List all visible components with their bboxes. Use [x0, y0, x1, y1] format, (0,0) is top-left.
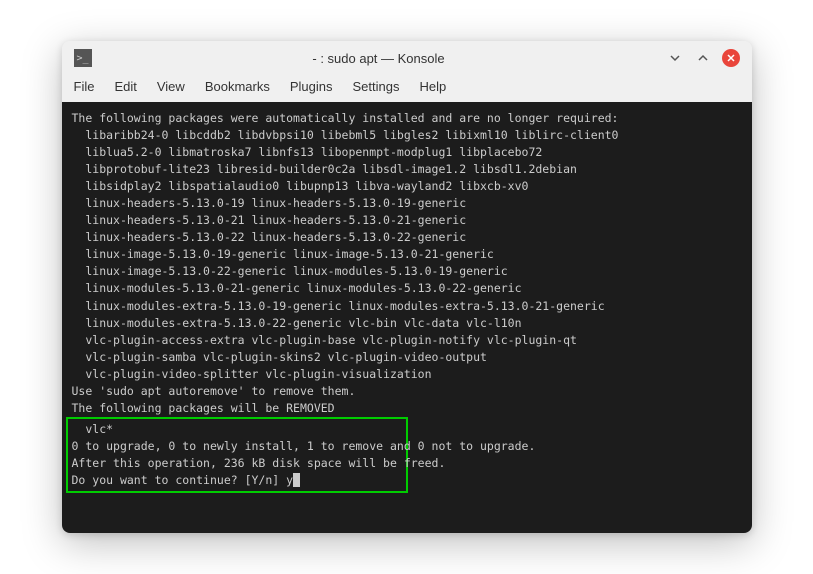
- terminal-line: linux-headers-5.13.0-22 linux-headers-5.…: [72, 230, 467, 244]
- terminal-line: linux-modules-5.13.0-21-generic linux-mo…: [72, 281, 522, 295]
- terminal-line: linux-headers-5.13.0-21 linux-headers-5.…: [72, 213, 467, 227]
- terminal-line: vlc-plugin-video-splitter vlc-plugin-vis…: [72, 367, 432, 381]
- titlebar: >_ - : sudo apt — Konsole: [62, 41, 752, 75]
- terminal-line: libaribb24-0 libcddb2 libdvbpsi10 libebm…: [72, 128, 619, 142]
- terminal-line: liblua5.2-0 libmatroska7 libnfs13 libope…: [72, 145, 543, 159]
- terminal-line: linux-image-5.13.0-22-generic linux-modu…: [72, 264, 508, 278]
- close-icon: [726, 53, 736, 63]
- terminal-line: 0 to upgrade, 0 to newly install, 1 to r…: [72, 439, 536, 453]
- terminal-line: vlc-plugin-samba vlc-plugin-skins2 vlc-p…: [72, 350, 487, 364]
- terminal-line: Do you want to continue? [Y/n] y: [72, 473, 294, 487]
- terminal-cursor: [293, 473, 300, 487]
- highlight-box: vlc* 0 to upgrade, 0 to newly install, 1…: [66, 417, 408, 493]
- konsole-window: >_ - : sudo apt — Konsole File Edit View…: [62, 41, 752, 532]
- window-title: - : sudo apt — Konsole: [100, 51, 658, 66]
- chevron-up-icon: [696, 51, 710, 65]
- maximize-button[interactable]: [694, 49, 712, 67]
- terminal-line: linux-modules-extra-5.13.0-22-generic vl…: [72, 316, 522, 330]
- window-controls: [666, 49, 740, 67]
- minimize-button[interactable]: [666, 49, 684, 67]
- terminal-line: vlc-plugin-access-extra vlc-plugin-base …: [72, 333, 577, 347]
- terminal-line: linux-modules-extra-5.13.0-19-generic li…: [72, 299, 605, 313]
- terminal-line: libprotobuf-lite23 libresid-builder0c2a …: [72, 162, 577, 176]
- terminal-line: Use 'sudo apt autoremove' to remove them…: [72, 384, 356, 398]
- terminal-line: libsidplay2 libspatialaudio0 libupnp13 l…: [72, 179, 529, 193]
- chevron-down-icon: [668, 51, 682, 65]
- terminal-line: After this operation, 236 kB disk space …: [72, 456, 446, 470]
- terminal-line: The following packages were automaticall…: [72, 111, 619, 125]
- menu-file[interactable]: File: [74, 79, 95, 94]
- highlighted-section: vlc* 0 to upgrade, 0 to newly install, 1…: [72, 417, 742, 493]
- terminal-line: The following packages will be REMOVED: [72, 401, 335, 415]
- terminal-line: vlc*: [72, 422, 114, 436]
- menu-plugins[interactable]: Plugins: [290, 79, 333, 94]
- menu-settings[interactable]: Settings: [352, 79, 399, 94]
- menu-edit[interactable]: Edit: [114, 79, 136, 94]
- close-button[interactable]: [722, 49, 740, 67]
- terminal-line: linux-headers-5.13.0-19 linux-headers-5.…: [72, 196, 467, 210]
- menu-help[interactable]: Help: [419, 79, 446, 94]
- terminal-line: linux-image-5.13.0-19-generic linux-imag…: [72, 247, 494, 261]
- menu-bookmarks[interactable]: Bookmarks: [205, 79, 270, 94]
- menubar: File Edit View Bookmarks Plugins Setting…: [62, 75, 752, 102]
- menu-view[interactable]: View: [157, 79, 185, 94]
- terminal-output[interactable]: The following packages were automaticall…: [62, 102, 752, 532]
- app-icon: >_: [74, 49, 92, 67]
